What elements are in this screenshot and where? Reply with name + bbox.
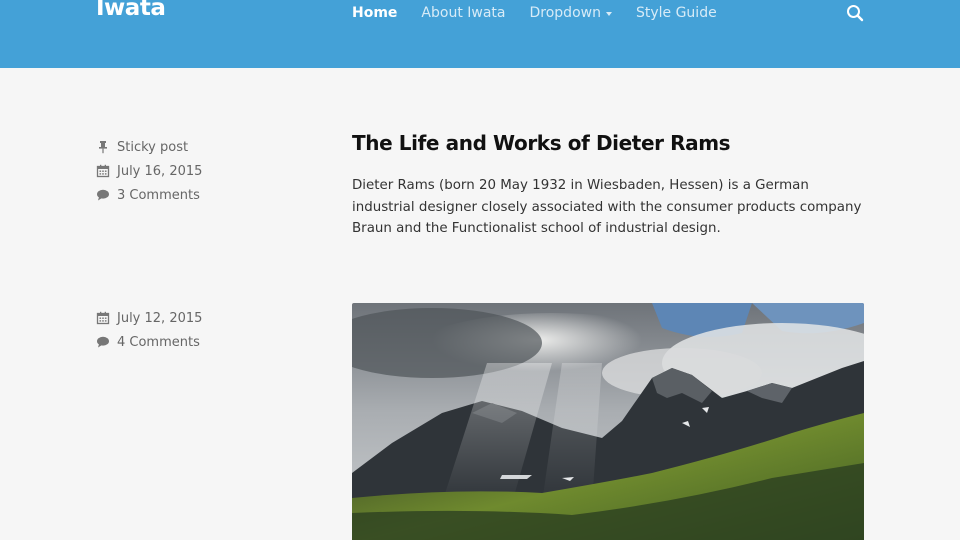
post-date-link[interactable]: July 12, 2015	[117, 311, 202, 326]
mountain-landscape-photo[interactable]	[352, 303, 864, 540]
nav-dropdown-label: Dropdown	[529, 5, 601, 21]
calendar-icon	[96, 311, 110, 325]
post-date-meta: July 16, 2015	[96, 159, 296, 183]
calendar-icon	[96, 164, 110, 178]
site-brand[interactable]: Iwata	[96, 0, 166, 21]
sticky-post-meta: Sticky post	[96, 135, 296, 159]
nav-style-guide[interactable]: Style Guide	[636, 5, 717, 21]
post-comments-link[interactable]: 4 Comments	[117, 335, 200, 350]
post-date-meta: July 12, 2015	[96, 306, 296, 330]
pin-icon	[99, 141, 107, 154]
post-meta: Sticky post July 16, 2015 3 Comments	[96, 135, 296, 207]
sticky-post-label: Sticky post	[117, 139, 189, 155]
post-excerpt: Dieter Rams (born 20 May 1932 in Wiesbad…	[352, 178, 862, 237]
post-title[interactable]: The Life and Works of Dieter Rams	[352, 131, 731, 155]
site-header: Iwata Home About Iwata Dropdown Style Gu…	[0, 0, 960, 68]
nav-home[interactable]: Home	[352, 5, 397, 21]
post-comments-meta: 4 Comments	[96, 330, 296, 354]
post-comments-link[interactable]: 3 Comments	[117, 188, 200, 203]
post-comments-meta: 3 Comments	[96, 183, 296, 207]
post-meta: July 12, 2015 4 Comments	[96, 306, 296, 354]
search-icon[interactable]	[845, 3, 865, 23]
chevron-down-icon	[605, 11, 612, 16]
main-nav: Home About Iwata Dropdown Style Guide	[352, 5, 717, 21]
comment-icon	[97, 336, 109, 348]
nav-about[interactable]: About Iwata	[421, 5, 505, 21]
comment-icon	[97, 189, 109, 201]
post-date-link[interactable]: July 16, 2015	[117, 164, 202, 179]
nav-dropdown[interactable]: Dropdown	[530, 5, 612, 21]
